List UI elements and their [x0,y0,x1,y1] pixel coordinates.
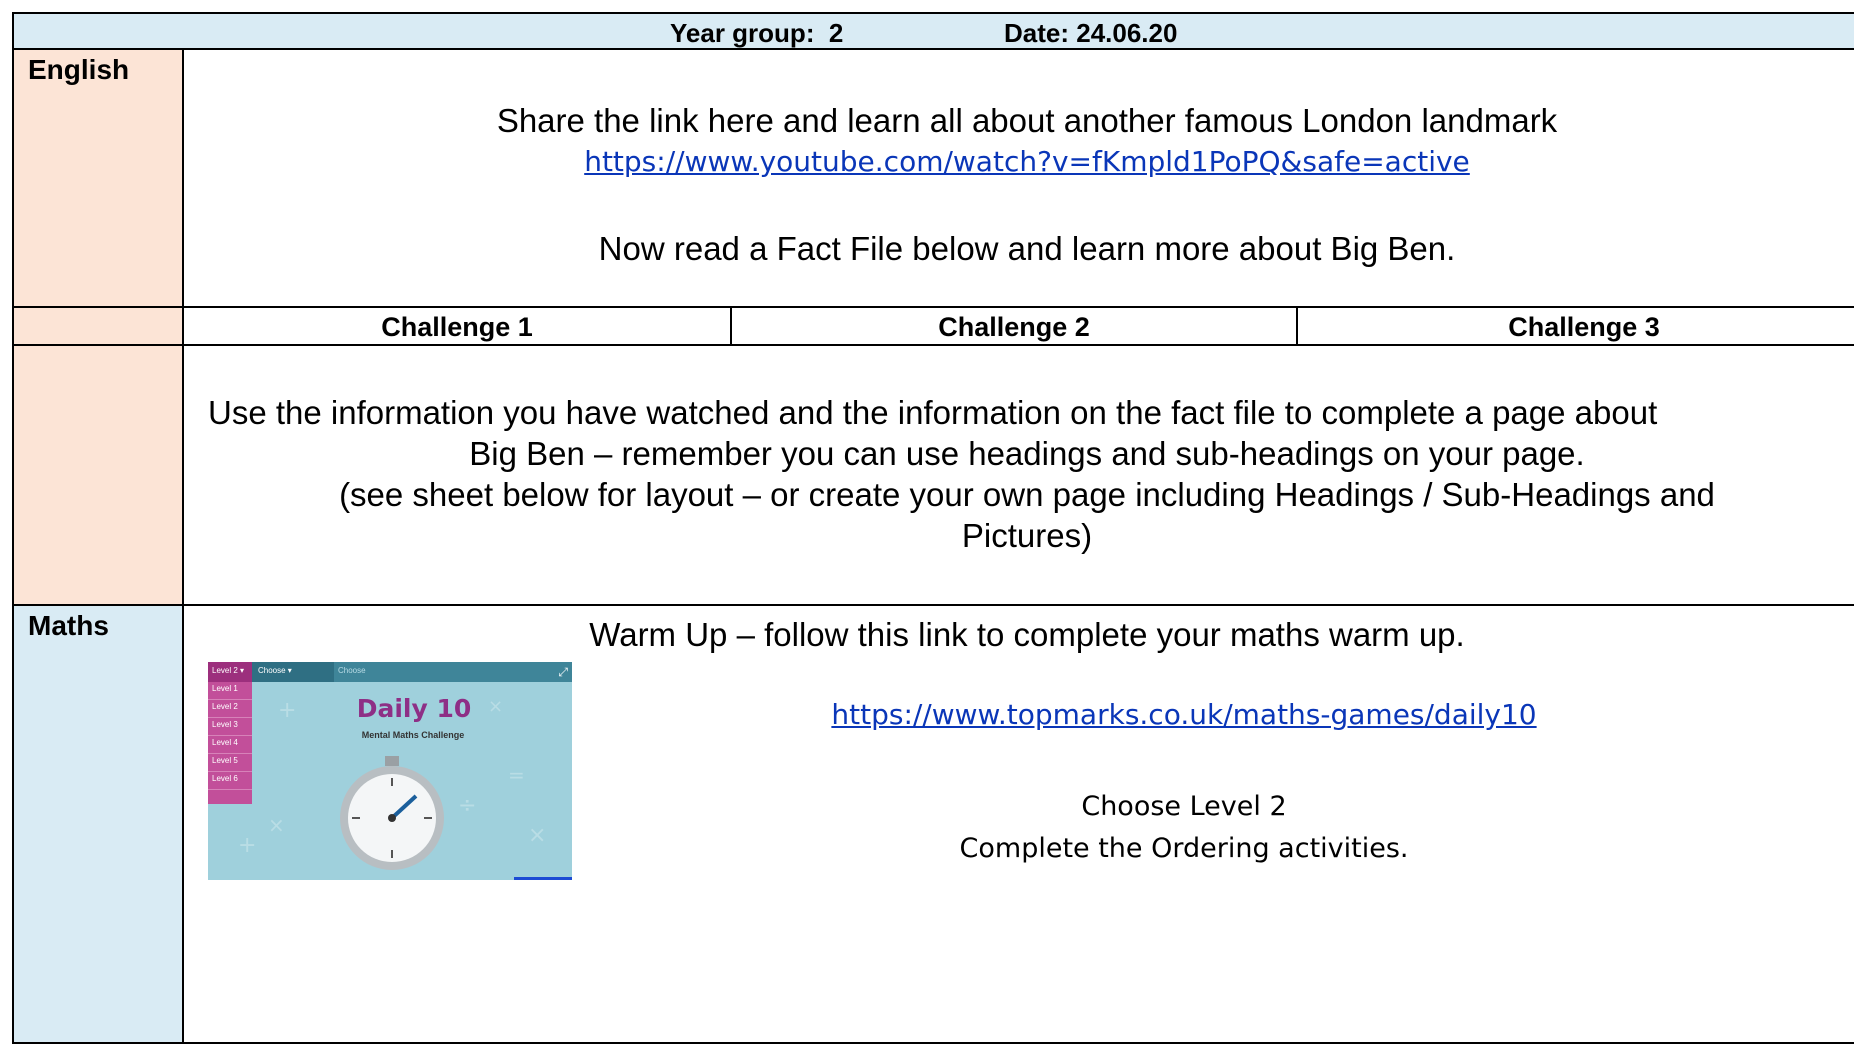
maths-instruction-1: Choose Level 2 [1081,791,1287,822]
task-cell: Use the information you have watched and… [182,344,1854,606]
date: Date: 24.06.20 [1004,18,1178,48]
task-row-label [12,344,184,606]
english-label-cell: English [12,48,184,308]
svg-text:=: = [508,763,525,787]
stopwatch-icon: + × × = ÷ + × = [238,696,546,870]
task-line-4: Pictures) [961,517,1093,554]
english-label: English [28,54,130,85]
svg-text:+: + [238,833,256,858]
challenge-3-header: Challenge 3 [1296,306,1854,346]
task-line-1: Use the information you have watched and… [208,394,1658,431]
challenge-row-label [12,306,184,346]
challenge-2-header: Challenge 2 [730,306,1298,346]
svg-text:+: + [278,698,296,723]
task-line-2: Big Ben – remember you can use headings … [469,435,1585,472]
thumbnail-link-strip [514,877,572,880]
daily10-thumbnail[interactable]: Level 2 ▾ Choose ▾ Choose ⤢ Level 1 Leve… [208,662,572,880]
fact-file-text: Now read a Fact File below and learn mor… [598,230,1456,267]
english-intro-text: Share the link here and learn all about … [496,102,1558,139]
challenge-1-header: Challenge 1 [182,306,732,346]
svg-text:×: × [488,696,503,717]
topmarks-link[interactable]: https://www.topmarks.co.uk/maths-games/d… [831,698,1536,731]
maths-warm-up: Warm Up – follow this link to complete y… [589,616,1465,653]
header-bar: Year group: 2 Date: 24.06.20 [12,12,1854,50]
task-line-3: (see sheet below for layout – or create … [339,476,1715,513]
maths-instruction-2: Complete the Ordering activities. [959,833,1409,864]
svg-text:÷: ÷ [458,793,476,818]
youtube-link[interactable]: https://www.youtube.com/watch?v=fKmpld1P… [584,145,1470,178]
year-group: Year group: 2 [670,18,844,48]
english-intro-cell: Share the link here and learn all about … [182,48,1854,308]
maths-label-cell: Maths [12,604,184,1044]
maths-label: Maths [28,610,109,641]
svg-text:×: × [528,823,546,848]
svg-text:×: × [268,813,285,837]
